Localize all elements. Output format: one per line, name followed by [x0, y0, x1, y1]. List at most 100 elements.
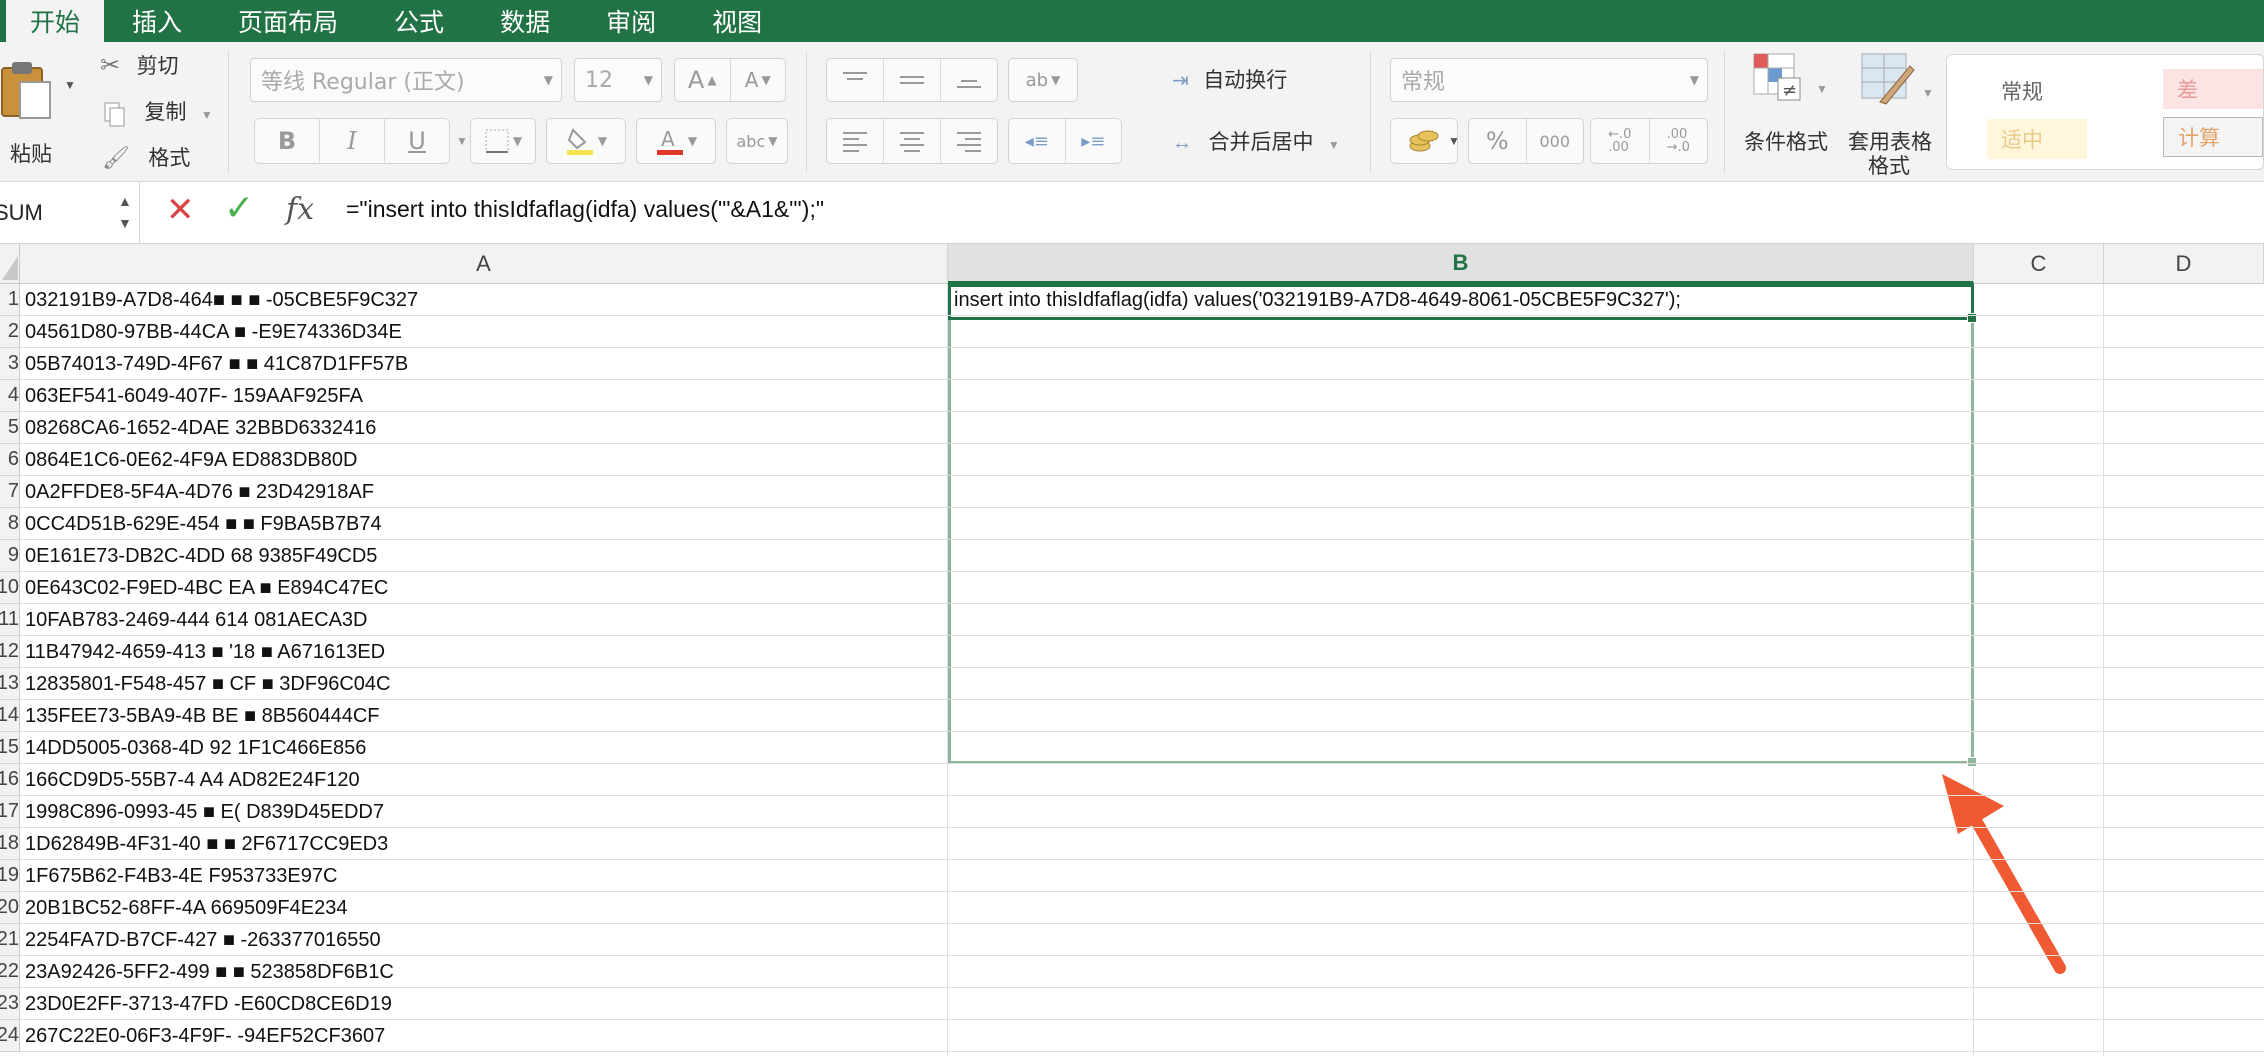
- currency-dropdown-icon[interactable]: ▼: [1448, 134, 1460, 148]
- tab-insert[interactable]: 插入: [104, 0, 210, 42]
- tab-data[interactable]: 数据: [472, 0, 578, 42]
- cancel-icon[interactable]: ✕: [166, 190, 195, 230]
- row-header[interactable]: 24: [0, 1020, 20, 1052]
- row-header[interactable]: 4: [0, 380, 20, 412]
- cell-a[interactable]: 135FEE73-5BA9-4B BE ■ 8B560444CF: [20, 700, 948, 732]
- paste-button[interactable]: ▼ 粘贴: [0, 58, 76, 168]
- row-header[interactable]: 17: [0, 796, 20, 828]
- cell-a[interactable]: 14DD5005-0368-4D 92 1F1C466E856: [20, 732, 948, 764]
- wrap-text-button[interactable]: ⇥ 自动换行: [1172, 64, 1287, 94]
- paste-dropdown-icon[interactable]: ▼: [64, 78, 76, 92]
- row-header[interactable]: 1: [0, 284, 20, 316]
- cell-a[interactable]: 0CC4D51B-629E-454 ■ ■ F9BA5B7B74: [20, 508, 948, 540]
- cell-a[interactable]: 0E643C02-F9ED-4BC EA ■ E894C47EC: [20, 572, 948, 604]
- row-header[interactable]: 14: [0, 700, 20, 732]
- italic-icon[interactable]: I: [320, 119, 385, 163]
- decrease-decimal-icon[interactable]: .00 →.0: [1650, 119, 1708, 163]
- cell-a[interactable]: 2254FA7D-B7CF-427 ■ -263377016550: [20, 924, 948, 956]
- orientation-button[interactable]: ab ▼: [1008, 58, 1078, 102]
- comma-style-icon[interactable]: 000: [1527, 119, 1584, 163]
- cell-a[interactable]: 1998C896-0993-45 ■ E( D839D45EDD7: [20, 796, 948, 828]
- cell-a[interactable]: 1D62849B-4F31-40 ■ ■ 2F6717CC9ED3: [20, 828, 948, 860]
- column-header-c[interactable]: C: [1974, 244, 2104, 284]
- tab-review[interactable]: 审阅: [578, 0, 684, 42]
- format-as-table-button[interactable]: ▼ 套用表格 格式: [1840, 52, 1940, 182]
- tab-formulas[interactable]: 公式: [366, 0, 472, 42]
- align-middle-icon[interactable]: [884, 59, 941, 101]
- confirm-icon[interactable]: ✓: [224, 188, 254, 229]
- increase-font-icon[interactable]: A ▲: [675, 59, 731, 101]
- function-icon[interactable]: fx: [286, 192, 314, 227]
- cell-a[interactable]: 267C22E0-06F3-4F9F- -94EF52CF3607: [20, 1020, 948, 1052]
- phonetic-button[interactable]: abc ▼: [726, 118, 788, 164]
- row-header[interactable]: 6: [0, 444, 20, 476]
- fill-color-button[interactable]: ▼: [546, 118, 626, 164]
- style-bad[interactable]: 差: [2163, 69, 2263, 109]
- name-box-stepper-icon[interactable]: ▲ ▼: [118, 190, 132, 234]
- row-header[interactable]: 10: [0, 572, 20, 604]
- decrease-font-icon[interactable]: A ▼: [731, 59, 786, 101]
- font-name-select[interactable]: 等线 Regular (正文) ▼: [250, 58, 562, 102]
- cell-b[interactable]: insert into thisIdfaflag(idfa) values('0…: [948, 284, 1974, 316]
- cell-a[interactable]: 063EF541-6049-407F- 159AAF925FA: [20, 380, 948, 412]
- cell-a[interactable]: 08268CA6-1652-4DAE 32BBD6332416: [20, 412, 948, 444]
- row-header[interactable]: 23: [0, 988, 20, 1020]
- row-header[interactable]: 13: [0, 668, 20, 700]
- cell-a[interactable]: 032191B9-A7D8-464■ ■ ■ -05CBE5F9C327: [20, 284, 948, 316]
- copy-button[interactable]: 复制 ▼: [104, 96, 213, 128]
- style-calculation[interactable]: 计算: [2163, 117, 2263, 157]
- row-header[interactable]: 9: [0, 540, 20, 572]
- align-center-icon[interactable]: [884, 119, 941, 163]
- increase-decimal-icon[interactable]: ←.0.00: [1591, 119, 1650, 163]
- tab-page-layout[interactable]: 页面布局: [210, 0, 366, 42]
- tab-view[interactable]: 视图: [684, 0, 790, 42]
- cell-a[interactable]: 23A92426-5FF2-499 ■ ■ 523858DF6B1C: [20, 956, 948, 988]
- cell-a[interactable]: 10FAB783-2469-444 614 081AECA3D: [20, 604, 948, 636]
- row-header[interactable]: 21: [0, 924, 20, 956]
- number-format-select[interactable]: 常规 ▼: [1390, 58, 1708, 102]
- row-header[interactable]: 22: [0, 956, 20, 988]
- cell-a[interactable]: 1F675B62-F4B3-4E F953733E97C: [20, 860, 948, 892]
- cell-a[interactable]: 05B74013-749D-4F67 ■ ■ 41C87D1FF57B: [20, 348, 948, 380]
- cell-a[interactable]: 166CD9D5-55B7-4 A4 AD82E24F120: [20, 764, 948, 796]
- copy-dropdown-icon[interactable]: ▼: [201, 108, 213, 122]
- cell-a[interactable]: 23D0E2FF-3713-47FD -E60CD8CE6D19: [20, 988, 948, 1020]
- row-header[interactable]: 5: [0, 412, 20, 444]
- conditional-formatting-button[interactable]: ≠ ▼ 条件格式: [1740, 52, 1832, 172]
- cell-a[interactable]: 0A2FFDE8-5F4A-4D76 ■ 23D42918AF: [20, 476, 948, 508]
- row-header[interactable]: 2: [0, 316, 20, 348]
- column-header-d[interactable]: D: [2104, 244, 2264, 284]
- row-header[interactable]: 8: [0, 508, 20, 540]
- row-header[interactable]: 12: [0, 636, 20, 668]
- cell-a[interactable]: 20B1BC52-68FF-4A 669509F4E234: [20, 892, 948, 924]
- column-header-a[interactable]: A: [20, 244, 948, 284]
- merge-center-button[interactable]: ↔ 合并后居中 ▼: [1172, 126, 1340, 156]
- name-box[interactable]: SUM ▲ ▼: [0, 182, 140, 244]
- underline-dropdown-icon[interactable]: ▼: [456, 134, 468, 148]
- underline-icon[interactable]: U: [385, 119, 449, 163]
- increase-indent-icon[interactable]: ▸≡: [1066, 119, 1122, 163]
- bold-icon[interactable]: B: [255, 119, 320, 163]
- font-color-button[interactable]: A ▼: [636, 118, 716, 164]
- row-header[interactable]: 11: [0, 604, 20, 636]
- style-normal[interactable]: 常规: [1987, 71, 2087, 111]
- decrease-indent-icon[interactable]: ◂≡: [1009, 119, 1066, 163]
- row-header[interactable]: 7: [0, 476, 20, 508]
- style-neutral[interactable]: 适中: [1987, 119, 2087, 159]
- row-header[interactable]: 3: [0, 348, 20, 380]
- formula-input[interactable]: ="insert into thisIdfaflag(idfa) values(…: [346, 196, 824, 223]
- cell-a[interactable]: 0E161E73-DB2C-4DD 68 9385F49CD5: [20, 540, 948, 572]
- column-header-b[interactable]: B: [948, 244, 1974, 284]
- align-right-icon[interactable]: [941, 119, 997, 163]
- row-header[interactable]: 20: [0, 892, 20, 924]
- row-header[interactable]: 18: [0, 828, 20, 860]
- select-all-corner[interactable]: [0, 244, 20, 284]
- cell-a[interactable]: 04561D80-97BB-44CA ■ -E9E74336D34E: [20, 316, 948, 348]
- cut-button[interactable]: ✂ 剪切: [100, 50, 179, 80]
- align-bottom-icon[interactable]: [941, 59, 997, 101]
- format-painter-button[interactable]: 🖌 格式: [102, 142, 190, 172]
- align-left-icon[interactable]: [827, 119, 884, 163]
- cell-a[interactable]: 0864E1C6-0E62-4F9A ED883DB80D: [20, 444, 948, 476]
- borders-button[interactable]: ▼: [470, 118, 536, 164]
- font-size-select[interactable]: 12 ▼: [574, 58, 662, 102]
